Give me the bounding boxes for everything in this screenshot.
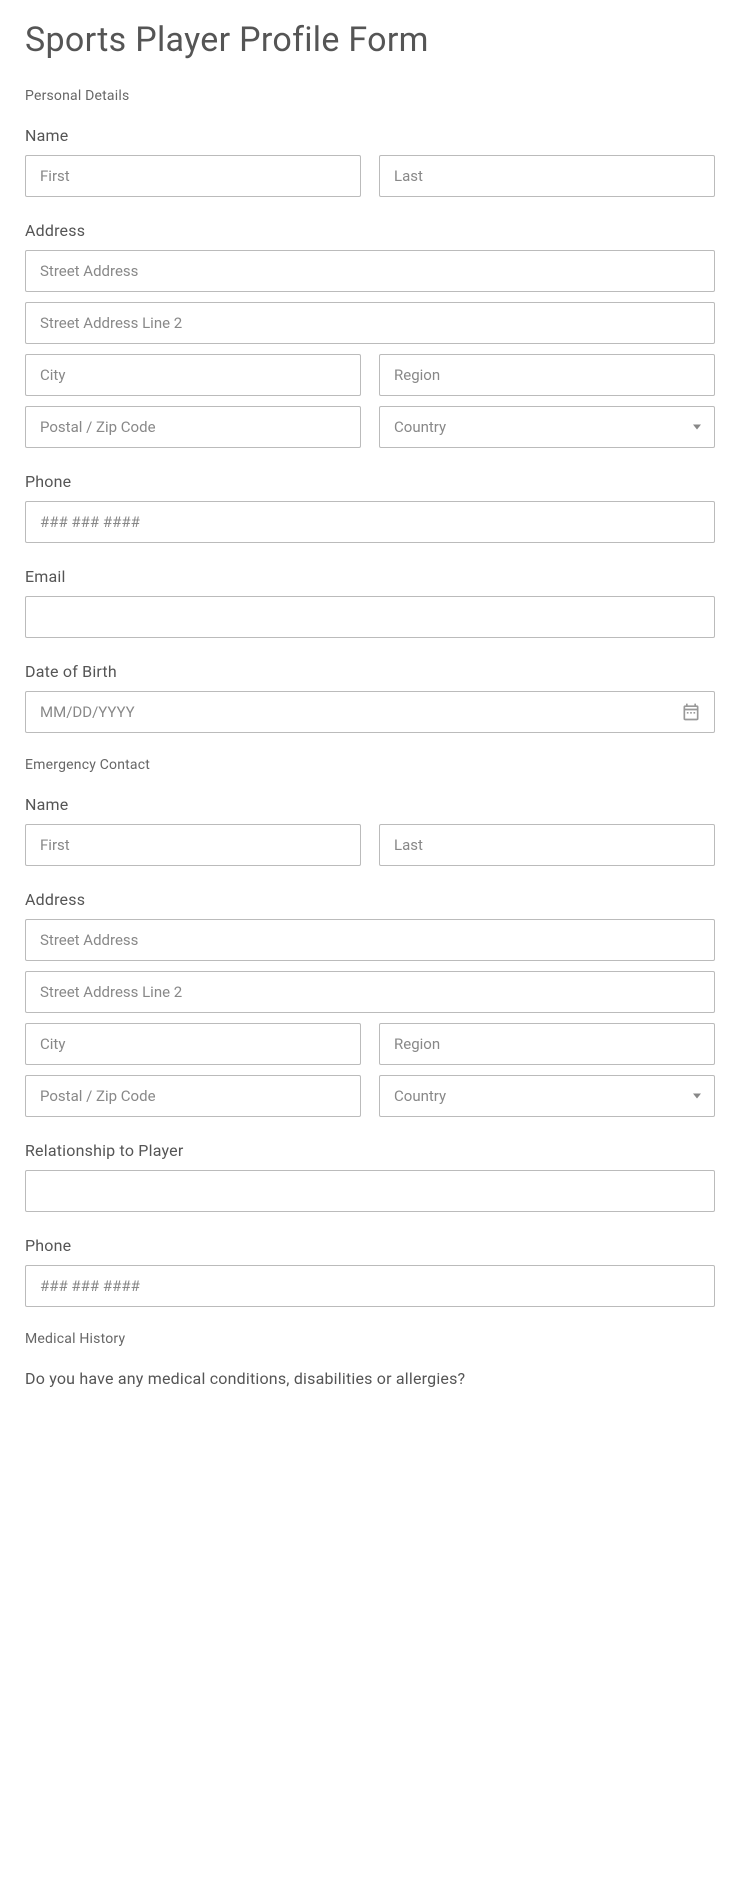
label-address: Address — [25, 221, 715, 240]
emergency-phone-input[interactable] — [25, 1265, 715, 1307]
country-select-value: Country — [394, 1087, 446, 1105]
label-name: Name — [25, 126, 715, 145]
label-phone-emergency: Phone — [25, 1236, 715, 1255]
label-phone: Phone — [25, 472, 715, 491]
section-personal-details: Personal Details — [25, 88, 715, 104]
country-select-value: Country — [394, 418, 446, 436]
label-medical-question: Do you have any medical conditions, disa… — [25, 1369, 715, 1388]
emergency-first-name-input[interactable] — [25, 824, 361, 866]
emergency-region-input[interactable] — [379, 1023, 715, 1065]
personal-city-input[interactable] — [25, 354, 361, 396]
label-dob: Date of Birth — [25, 662, 715, 681]
emergency-relationship-input[interactable] — [25, 1170, 715, 1212]
personal-email-input[interactable] — [25, 596, 715, 638]
label-relationship: Relationship to Player — [25, 1141, 715, 1160]
personal-region-input[interactable] — [379, 354, 715, 396]
chevron-down-icon — [693, 1094, 701, 1099]
personal-first-name-input[interactable] — [25, 155, 361, 197]
page-title: Sports Player Profile Form — [25, 20, 715, 60]
emergency-street1-input[interactable] — [25, 919, 715, 961]
personal-last-name-input[interactable] — [379, 155, 715, 197]
emergency-country-select[interactable]: Country — [379, 1075, 715, 1117]
label-address-emergency: Address — [25, 890, 715, 909]
personal-dob-input[interactable] — [25, 691, 715, 733]
section-medical-history: Medical History — [25, 1331, 715, 1347]
personal-country-select[interactable]: Country — [379, 406, 715, 448]
label-name-emergency: Name — [25, 795, 715, 814]
personal-street2-input[interactable] — [25, 302, 715, 344]
emergency-city-input[interactable] — [25, 1023, 361, 1065]
personal-postal-input[interactable] — [25, 406, 361, 448]
chevron-down-icon — [693, 425, 701, 430]
personal-phone-input[interactable] — [25, 501, 715, 543]
emergency-last-name-input[interactable] — [379, 824, 715, 866]
label-email: Email — [25, 567, 715, 586]
personal-street1-input[interactable] — [25, 250, 715, 292]
emergency-street2-input[interactable] — [25, 971, 715, 1013]
section-emergency-contact: Emergency Contact — [25, 757, 715, 773]
emergency-postal-input[interactable] — [25, 1075, 361, 1117]
